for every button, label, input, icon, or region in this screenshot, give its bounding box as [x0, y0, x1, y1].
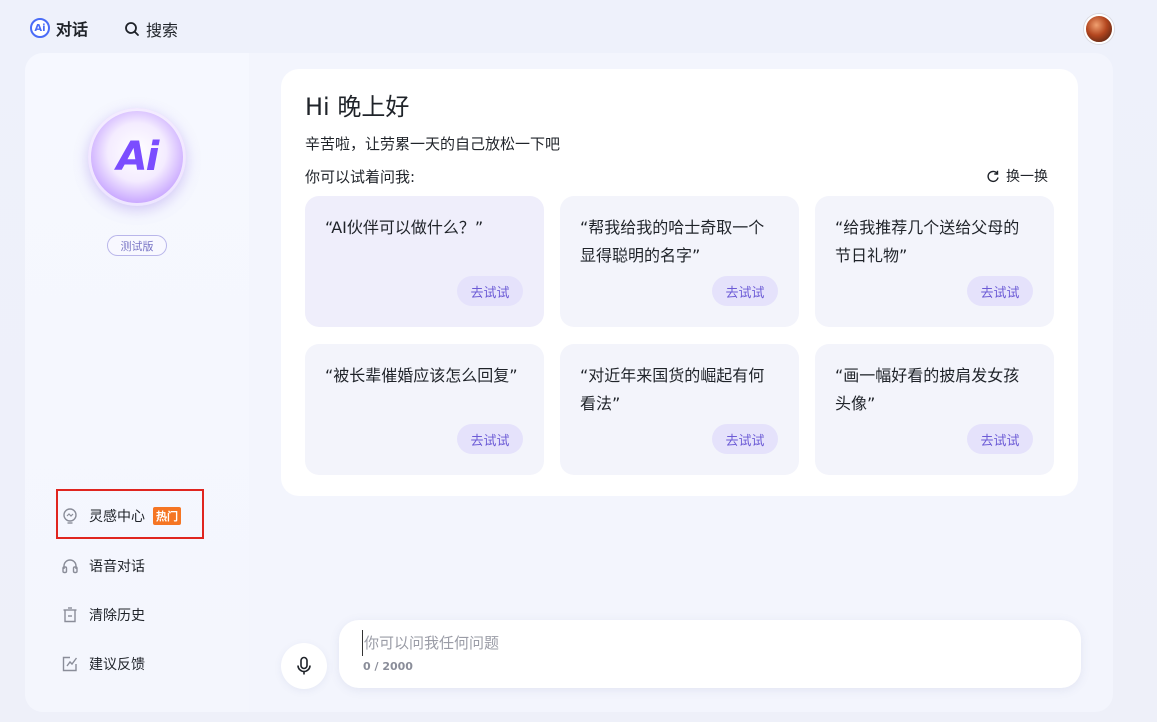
try-button[interactable]: 去试试 — [712, 276, 778, 306]
sidebar: Ai 测试版 灵感中心 热门 语音对话 清除历史 建议反馈 — [25, 53, 249, 712]
suggestion-card[interactable]: “画一幅好看的披肩发女孩头像” 去试试 — [815, 344, 1054, 475]
top-bar: Ai 对话 搜索 — [0, 0, 1157, 54]
suggestion-card[interactable]: “对近年来国货的崛起有何看法” 去试试 — [560, 344, 799, 475]
ai-logo-text: Ai — [116, 134, 160, 180]
chat-input[interactable] — [362, 630, 1042, 656]
try-button[interactable]: 去试试 — [457, 276, 523, 306]
tab-chat-label: 对话 — [56, 20, 89, 39]
tab-chat[interactable]: Ai 对话 — [30, 16, 88, 40]
suggestion-text: “对近年来国货的崛起有何看法” — [580, 366, 765, 413]
headphones-icon — [62, 559, 78, 574]
sidebar-item-label: 灵感中心 — [89, 509, 145, 525]
trash-icon — [63, 607, 77, 623]
refresh-button[interactable]: 换一换 — [986, 166, 1048, 186]
refresh-label: 换一换 — [1006, 169, 1048, 185]
version-badge: 测试版 — [107, 235, 167, 256]
suggestion-card[interactable]: “帮我给我的哈士奇取一个显得聪明的名字” 去试试 — [560, 196, 799, 327]
sidebar-item-inspiration[interactable]: 灵感中心 热门 — [61, 506, 181, 526]
suggestion-text: “给我推荐几个送给父母的节日礼物” — [835, 218, 1020, 265]
suggestion-text: “AI伙伴可以做什么？” — [325, 218, 484, 237]
sidebar-item-label: 建议反馈 — [89, 657, 145, 673]
suggestion-text: “画一幅好看的披肩发女孩头像” — [835, 366, 1020, 413]
tab-search[interactable]: 搜索 — [124, 17, 178, 41]
suggestion-card[interactable]: “AI伙伴可以做什么？” 去试试 — [305, 196, 544, 327]
sidebar-item-feedback[interactable]: 建议反馈 — [61, 654, 145, 674]
chat-input-box: 0 / 2000 — [339, 620, 1081, 688]
ai-assistant-logo: Ai — [88, 108, 186, 206]
try-button[interactable]: 去试试 — [712, 424, 778, 454]
sidebar-item-voice-chat[interactable]: 语音对话 — [61, 556, 145, 576]
suggestion-text: “帮我给我的哈士奇取一个显得聪明的名字” — [580, 218, 765, 265]
search-icon — [125, 22, 139, 36]
main-panel: Ai 测试版 灵感中心 热门 语音对话 清除历史 建议反馈 Hi 晚上好 辛苦啦… — [25, 53, 1113, 712]
char-counter: 0 / 2000 — [363, 660, 413, 673]
voice-input-button[interactable] — [281, 643, 327, 689]
microphone-icon — [297, 656, 311, 675]
suggestion-card[interactable]: “被长辈催婚应该怎么回复” 去试试 — [305, 344, 544, 475]
tab-search-label: 搜索 — [146, 21, 179, 40]
sidebar-item-label: 清除历史 — [89, 608, 145, 624]
hot-badge: 热门 — [153, 507, 181, 525]
try-button[interactable]: 去试试 — [967, 424, 1033, 454]
suggestion-text: “被长辈催婚应该怎么回复” — [325, 366, 518, 385]
sidebar-item-clear-history[interactable]: 清除历史 — [61, 605, 145, 625]
greeting-card: Hi 晚上好 辛苦啦，让劳累一天的自己放松一下吧 你可以试着问我: 换一换 “A… — [281, 69, 1078, 496]
lightbulb-icon — [63, 508, 77, 524]
feedback-icon — [62, 656, 78, 672]
ai-logo-icon: Ai — [30, 18, 50, 38]
refresh-icon — [987, 170, 999, 183]
greeting-subtitle: 辛苦啦，让劳累一天的自己放松一下吧 — [305, 135, 561, 153]
sidebar-item-label: 语音对话 — [89, 559, 145, 575]
try-button[interactable]: 去试试 — [967, 276, 1033, 306]
greeting-title: Hi 晚上好 — [305, 93, 410, 121]
user-avatar[interactable] — [1084, 14, 1114, 44]
suggestion-card[interactable]: “给我推荐几个送给父母的节日礼物” 去试试 — [815, 196, 1054, 327]
try-button[interactable]: 去试试 — [457, 424, 523, 454]
suggestion-label: 你可以试着问我: — [305, 168, 416, 186]
